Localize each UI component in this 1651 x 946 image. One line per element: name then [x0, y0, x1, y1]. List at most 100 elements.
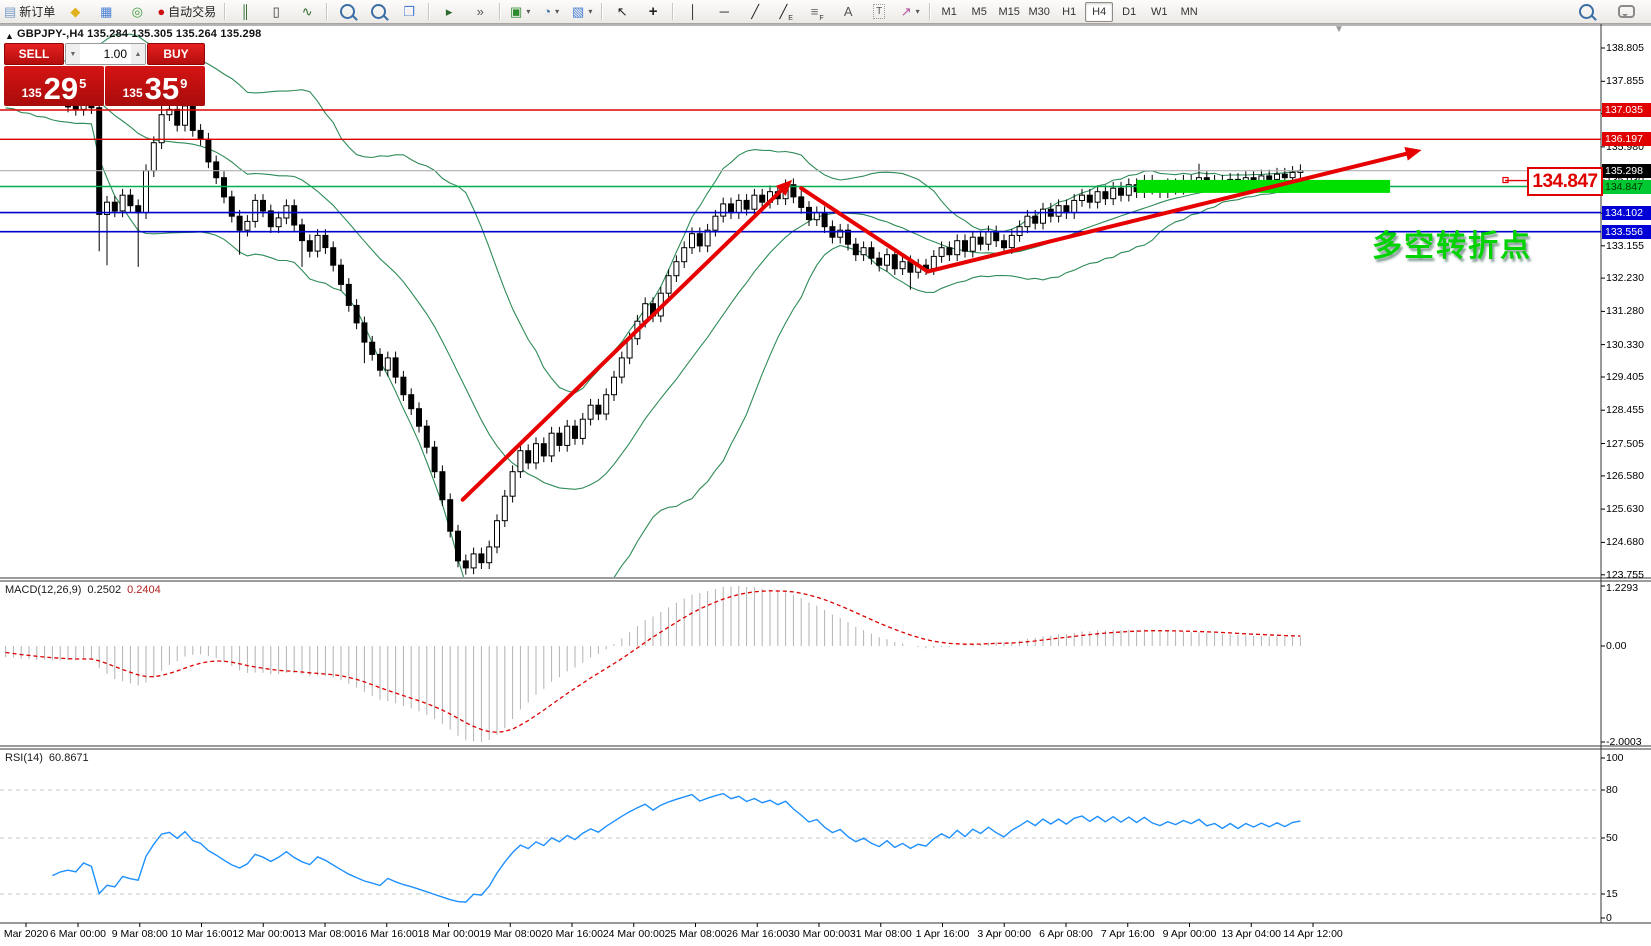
text-label-button[interactable]: T: [864, 1, 894, 23]
arrows-button[interactable]: ↗▾: [895, 1, 925, 23]
candle-body: [300, 225, 305, 241]
toolbar-separator: [326, 3, 328, 20]
volume-stepper[interactable]: ▼ 1.00 ▲: [65, 43, 146, 65]
equidistant-channel-button[interactable]: ╱E: [771, 1, 801, 23]
timeframe-button-m30[interactable]: M30: [1025, 2, 1053, 22]
new-order-button[interactable]: ▤ 新订单: [0, 1, 59, 23]
timeframe-button-mn[interactable]: MN: [1175, 2, 1203, 22]
timeframe-button-h1[interactable]: H1: [1055, 2, 1083, 22]
favorites-button[interactable]: ◆: [60, 1, 90, 23]
candle-body: [463, 561, 468, 568]
cursor-button[interactable]: ↖: [607, 1, 637, 23]
candle-body: [697, 234, 702, 246]
price-tag: 133.556: [1602, 225, 1651, 239]
templates-button[interactable]: ▧▾: [567, 1, 597, 23]
candle-body: [253, 200, 258, 221]
volume-decrease-icon[interactable]: ▼: [66, 44, 80, 64]
price-tick-label: 132.230: [1606, 272, 1644, 284]
candle-body: [471, 554, 476, 568]
navigator-icon: ◎: [132, 5, 143, 18]
time-axis-label: Mar 2020: [4, 928, 48, 940]
timeframe-button-m5[interactable]: M5: [965, 2, 993, 22]
macd-axis-label: 0.00: [1606, 640, 1626, 652]
chart-shift-marker-icon[interactable]: ▼: [1334, 24, 1344, 35]
time-axis-label: 1 Apr 16:00: [916, 928, 970, 940]
buy-price-display[interactable]: 135 35 9: [105, 66, 205, 106]
candle-body: [346, 284, 351, 305]
timeframe-button-h4[interactable]: H4: [1085, 2, 1113, 22]
one-click-collapse-icon[interactable]: ▲: [5, 31, 14, 41]
navigator-button[interactable]: ◎: [122, 1, 152, 23]
candle-body: [931, 256, 936, 268]
candle-body: [518, 451, 523, 472]
candle-body: [339, 265, 344, 284]
toolbar-separator: [672, 3, 674, 20]
candle-body: [128, 195, 133, 206]
candle-body: [580, 419, 585, 438]
candlestick-button[interactable]: ▯: [261, 1, 291, 23]
candle-body: [502, 496, 507, 521]
zoom-out-button[interactable]: [363, 1, 393, 23]
new-chart-button[interactable]: ▣▾: [505, 1, 535, 23]
volume-value[interactable]: 1.00: [80, 44, 131, 64]
chat-button[interactable]: [1611, 1, 1641, 23]
market-watch-button[interactable]: ▦: [91, 1, 121, 23]
candle-body: [1267, 176, 1272, 180]
price-tick-label: 133.155: [1606, 240, 1644, 252]
line-chart-button[interactable]: ∿: [292, 1, 322, 23]
candle-body: [799, 197, 804, 208]
candle-body: [713, 216, 718, 230]
sell-price-display[interactable]: 135 29 5: [4, 66, 104, 106]
zoom-in-button[interactable]: [332, 1, 362, 23]
text-button[interactable]: A: [833, 1, 863, 23]
timeframe-button-m1[interactable]: M1: [935, 2, 963, 22]
candle-body: [1275, 174, 1280, 179]
toolbar-separator: [499, 3, 501, 20]
timeframe-button-m15[interactable]: M15: [995, 2, 1023, 22]
vertical-line-button[interactable]: │: [678, 1, 708, 23]
candle-body: [112, 202, 117, 211]
period-button[interactable]: ◔▾: [536, 1, 566, 23]
toolbar: ▤ 新订单 ◆ ▦ ◎ ● 自动交易 ║ ▯ ∿ ❒ ▸ » ▣▾ ◔▾ ▧▾ …: [0, 0, 1651, 24]
chart-symbol-period: GBPJPY-,H4: [17, 28, 84, 40]
turning-point-note[interactable]: 多空转折点: [1372, 221, 1532, 265]
rsi-axis-label: 100: [1606, 752, 1624, 764]
price-tick-label: 137.855: [1606, 75, 1644, 87]
chart-title: GBPJPY-,H4 135.284 135.305 135.264 135.2…: [17, 28, 262, 40]
trendline-button[interactable]: ╱: [740, 1, 770, 23]
candle-body: [619, 358, 624, 377]
sell-button[interactable]: SELL: [4, 43, 64, 65]
price-tick-label: 125.630: [1606, 503, 1644, 515]
autotrading-label: 自动交易: [168, 3, 216, 20]
chart-canvas[interactable]: [0, 0, 1651, 946]
candle-body: [159, 115, 164, 143]
candle-body: [557, 433, 562, 445]
price-tick-label: 138.805: [1606, 42, 1644, 54]
volume-increase-icon[interactable]: ▲: [131, 44, 145, 64]
autotrading-button[interactable]: ● 自动交易: [153, 1, 220, 23]
bar-chart-button[interactable]: ║: [230, 1, 260, 23]
zoom-in-icon: [340, 4, 355, 19]
auto-scroll-button[interactable]: ▸: [434, 1, 464, 23]
search-button[interactable]: [1571, 1, 1601, 23]
candle-body: [1111, 188, 1116, 199]
candle-body: [549, 433, 554, 456]
horizontal-line-button[interactable]: ─: [709, 1, 739, 23]
timeframe-button-d1[interactable]: D1: [1115, 2, 1143, 22]
buy-button[interactable]: BUY: [147, 43, 205, 65]
crosshair-button[interactable]: +: [638, 1, 668, 23]
chart-shift-button[interactable]: »: [465, 1, 495, 23]
candle-body: [354, 305, 359, 323]
mt4-window: ▤ 新订单 ◆ ▦ ◎ ● 自动交易 ║ ▯ ∿ ❒ ▸ » ▣▾ ◔▾ ▧▾ …: [0, 0, 1651, 946]
candle-body: [736, 200, 741, 212]
candle-body: [448, 500, 453, 532]
new-order-icon: ▤: [4, 5, 16, 18]
timeframe-button-w1[interactable]: W1: [1145, 2, 1173, 22]
candle-body: [175, 109, 180, 125]
time-axis-label: 14 Apr 12:00: [1283, 928, 1343, 940]
trendline-icon: ╱: [751, 5, 759, 18]
tile-windows-button[interactable]: ❒: [394, 1, 424, 23]
price-annotation-box[interactable]: 134.847: [1527, 167, 1603, 196]
fibonacci-button[interactable]: ≡F: [802, 1, 832, 23]
candle-body: [1119, 188, 1124, 195]
